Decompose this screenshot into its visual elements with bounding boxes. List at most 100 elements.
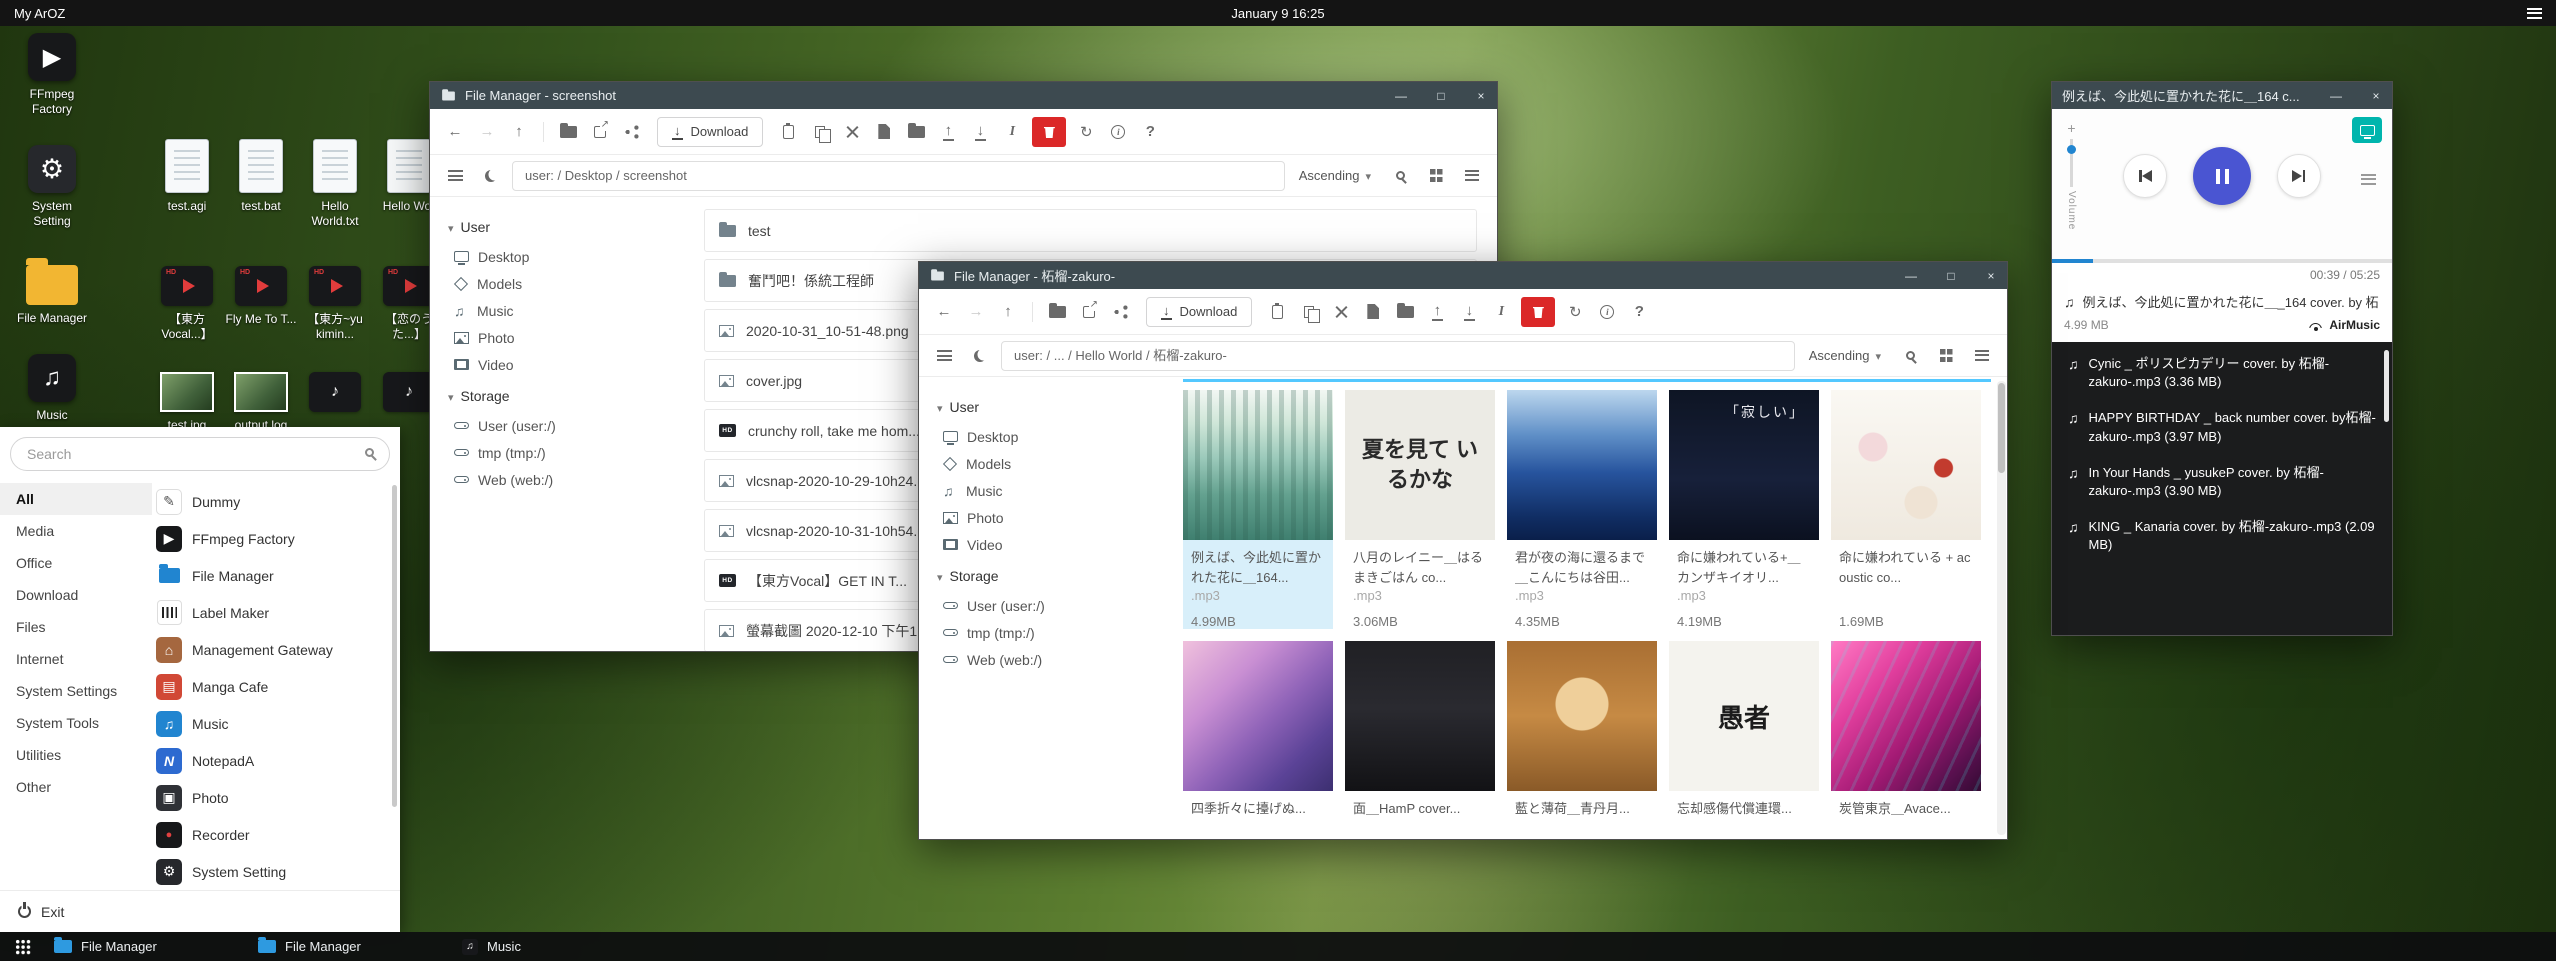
sidebar-item[interactable]: Desktop	[937, 423, 1161, 450]
file-tile[interactable]: 「寂しい」 命に嫌われている+＿カンザキイオリ... .mp3 4.19MB	[1669, 390, 1819, 629]
file-tile[interactable]: 例えば、今此処に置かれた花に＿164... .mp3 4.99MB	[1183, 390, 1333, 629]
rename-button[interactable]	[1486, 297, 1516, 327]
title-bar[interactable]: File Manager - screenshot — □ ×	[430, 82, 1497, 109]
dark-mode-button[interactable]	[476, 161, 506, 191]
sidebar-section-user[interactable]: User	[937, 399, 1161, 415]
category-item[interactable]: Other	[0, 771, 152, 803]
playlist-item[interactable]: ♫ Cynic _ ポリスピカデリー cover. by 柘榴-zakuro-.…	[2052, 346, 2392, 400]
previous-track-button[interactable]	[2123, 154, 2167, 198]
desktop-app-icon[interactable]: ▶ FFmpeg Factory	[15, 33, 89, 117]
list-view-button[interactable]	[1967, 341, 1997, 371]
taskbar-item[interactable]: File Manager	[258, 932, 448, 961]
sidebar-section-storage[interactable]: Storage	[937, 568, 1161, 584]
sidebar-item[interactable]: User (user:/)	[448, 412, 672, 439]
new-folder-button[interactable]	[1390, 297, 1420, 327]
rename-button[interactable]	[997, 117, 1027, 147]
new-file-button[interactable]	[1358, 297, 1388, 327]
file-tile[interactable]: 面＿HamP cover...	[1345, 641, 1495, 839]
app-launcher-button[interactable]	[6, 932, 40, 961]
sidebar-item[interactable]: Music	[937, 477, 1161, 504]
category-item[interactable]: Office	[0, 547, 152, 579]
title-bar[interactable]: 例えば、今此処に置かれた花に＿164 c... — ×	[2052, 82, 2392, 109]
properties-button[interactable]	[1103, 117, 1133, 147]
desktop[interactable]: My ArOZ January 9 16:25 ▶ FFmpeg Factory…	[0, 0, 2556, 961]
sidebar-item[interactable]: Video	[937, 531, 1161, 558]
path-input[interactable]: user: / ... / Hello World / 柘榴-zakuro-	[1001, 341, 1795, 371]
sidebar-item[interactable]: tmp (tmp:/)	[937, 619, 1161, 646]
category-item[interactable]: Utilities	[0, 739, 152, 771]
sort-dropdown[interactable]: Ascending	[1809, 348, 1881, 363]
scrollbar[interactable]	[1997, 381, 2006, 835]
upload-button[interactable]	[1422, 297, 1452, 327]
pause-button[interactable]	[2193, 147, 2251, 205]
path-input[interactable]: user: / Desktop / screenshot	[512, 161, 1285, 191]
help-button[interactable]	[1624, 297, 1654, 327]
close-button[interactable]: ×	[2360, 82, 2392, 109]
sidebar-section-storage[interactable]: Storage	[448, 388, 672, 404]
sidebar-item[interactable]: Photo	[937, 504, 1161, 531]
category-item[interactable]: All	[0, 483, 152, 515]
scrollbar-handle[interactable]	[392, 485, 397, 807]
volume-up-icon[interactable]: +	[2067, 121, 2075, 135]
list-view-button[interactable]	[1457, 161, 1487, 191]
close-button[interactable]: ×	[1975, 262, 2007, 289]
desktop-app-icon[interactable]: ♫ Music	[15, 354, 89, 423]
file-tile[interactable]: 君が夜の海に還るまで＿こんにちは谷田... .mp3 4.35MB	[1507, 390, 1657, 629]
app-list-item[interactable]: ⚙ System Setting	[156, 853, 386, 890]
delete-button[interactable]	[1032, 117, 1066, 147]
download-file-button[interactable]	[1454, 297, 1484, 327]
sidebar-item[interactable]: User (user:/)	[937, 592, 1161, 619]
minimize-button[interactable]: —	[2320, 82, 2352, 109]
open-button[interactable]	[1042, 297, 1072, 327]
copy-button[interactable]	[805, 117, 835, 147]
playlist-toggle-button[interactable]	[2361, 171, 2376, 186]
system-menu-button[interactable]	[2527, 8, 2556, 19]
search-button[interactable]	[1385, 161, 1415, 191]
desktop-app-icon[interactable]: File Manager	[15, 257, 89, 326]
forward-button[interactable]	[472, 117, 502, 147]
sidebar-item[interactable]: Photo	[448, 324, 672, 351]
desktop-file[interactable]: Fly Me To T...	[224, 266, 298, 342]
delete-button[interactable]	[1521, 297, 1555, 327]
paste-button[interactable]	[1262, 297, 1292, 327]
up-button[interactable]	[504, 117, 534, 147]
scrollbar-handle[interactable]	[2384, 350, 2389, 422]
cast-button[interactable]	[2352, 117, 2382, 143]
desktop-file[interactable]: test.jpg	[150, 372, 224, 433]
category-item[interactable]: Files	[0, 611, 152, 643]
cut-button[interactable]	[1326, 297, 1356, 327]
taskbar-item[interactable]: File Manager	[54, 932, 244, 961]
paste-button[interactable]	[773, 117, 803, 147]
file-tile[interactable]: 炭管東京＿Avace...	[1831, 641, 1981, 839]
copy-button[interactable]	[1294, 297, 1324, 327]
file-tile[interactable]: 夏を見て いるかな 八月のレイニー＿はるまきごはん co... .mp3 3.0…	[1345, 390, 1495, 629]
app-list-item[interactable]: ▣ Photo	[156, 779, 386, 816]
category-item[interactable]: Media	[0, 515, 152, 547]
app-list-item[interactable]: ✎ Dummy	[156, 483, 386, 520]
app-list-item[interactable]: ♫ Music	[156, 705, 386, 742]
new-folder-button[interactable]	[901, 117, 931, 147]
sidebar-item[interactable]: Web (web:/)	[937, 646, 1161, 673]
maximize-button[interactable]: □	[1935, 262, 1967, 289]
new-file-button[interactable]	[869, 117, 899, 147]
sidebar-item[interactable]: Models	[448, 270, 672, 297]
share-button[interactable]	[1106, 297, 1136, 327]
app-list-item[interactable]: ▤ Manga Cafe	[156, 668, 386, 705]
taskbar-item[interactable]: Music	[462, 932, 652, 961]
sidebar-toggle-button[interactable]	[929, 341, 959, 371]
back-button[interactable]	[440, 117, 470, 147]
minimize-button[interactable]: —	[1385, 82, 1417, 109]
sidebar-toggle-button[interactable]	[440, 161, 470, 191]
grid-view-button[interactable]	[1421, 161, 1451, 191]
playlist-item[interactable]: ♫ KING _ Kanaria cover. by 柘榴-zakuro-.mp…	[2052, 509, 2392, 563]
close-button[interactable]: ×	[1465, 82, 1497, 109]
sort-dropdown[interactable]: Ascending	[1299, 168, 1371, 183]
title-bar[interactable]: File Manager - 柘榴-zakuro- — □ ×	[919, 262, 2007, 289]
properties-button[interactable]	[1592, 297, 1622, 327]
desktop-file[interactable]: 【東方~yu kimin...	[298, 266, 372, 342]
open-in-new-window-button[interactable]	[585, 117, 615, 147]
share-button[interactable]	[617, 117, 647, 147]
output-device[interactable]: AirMusic	[2309, 318, 2380, 332]
sidebar-item[interactable]: Music	[448, 297, 672, 324]
refresh-button[interactable]	[1560, 297, 1590, 327]
